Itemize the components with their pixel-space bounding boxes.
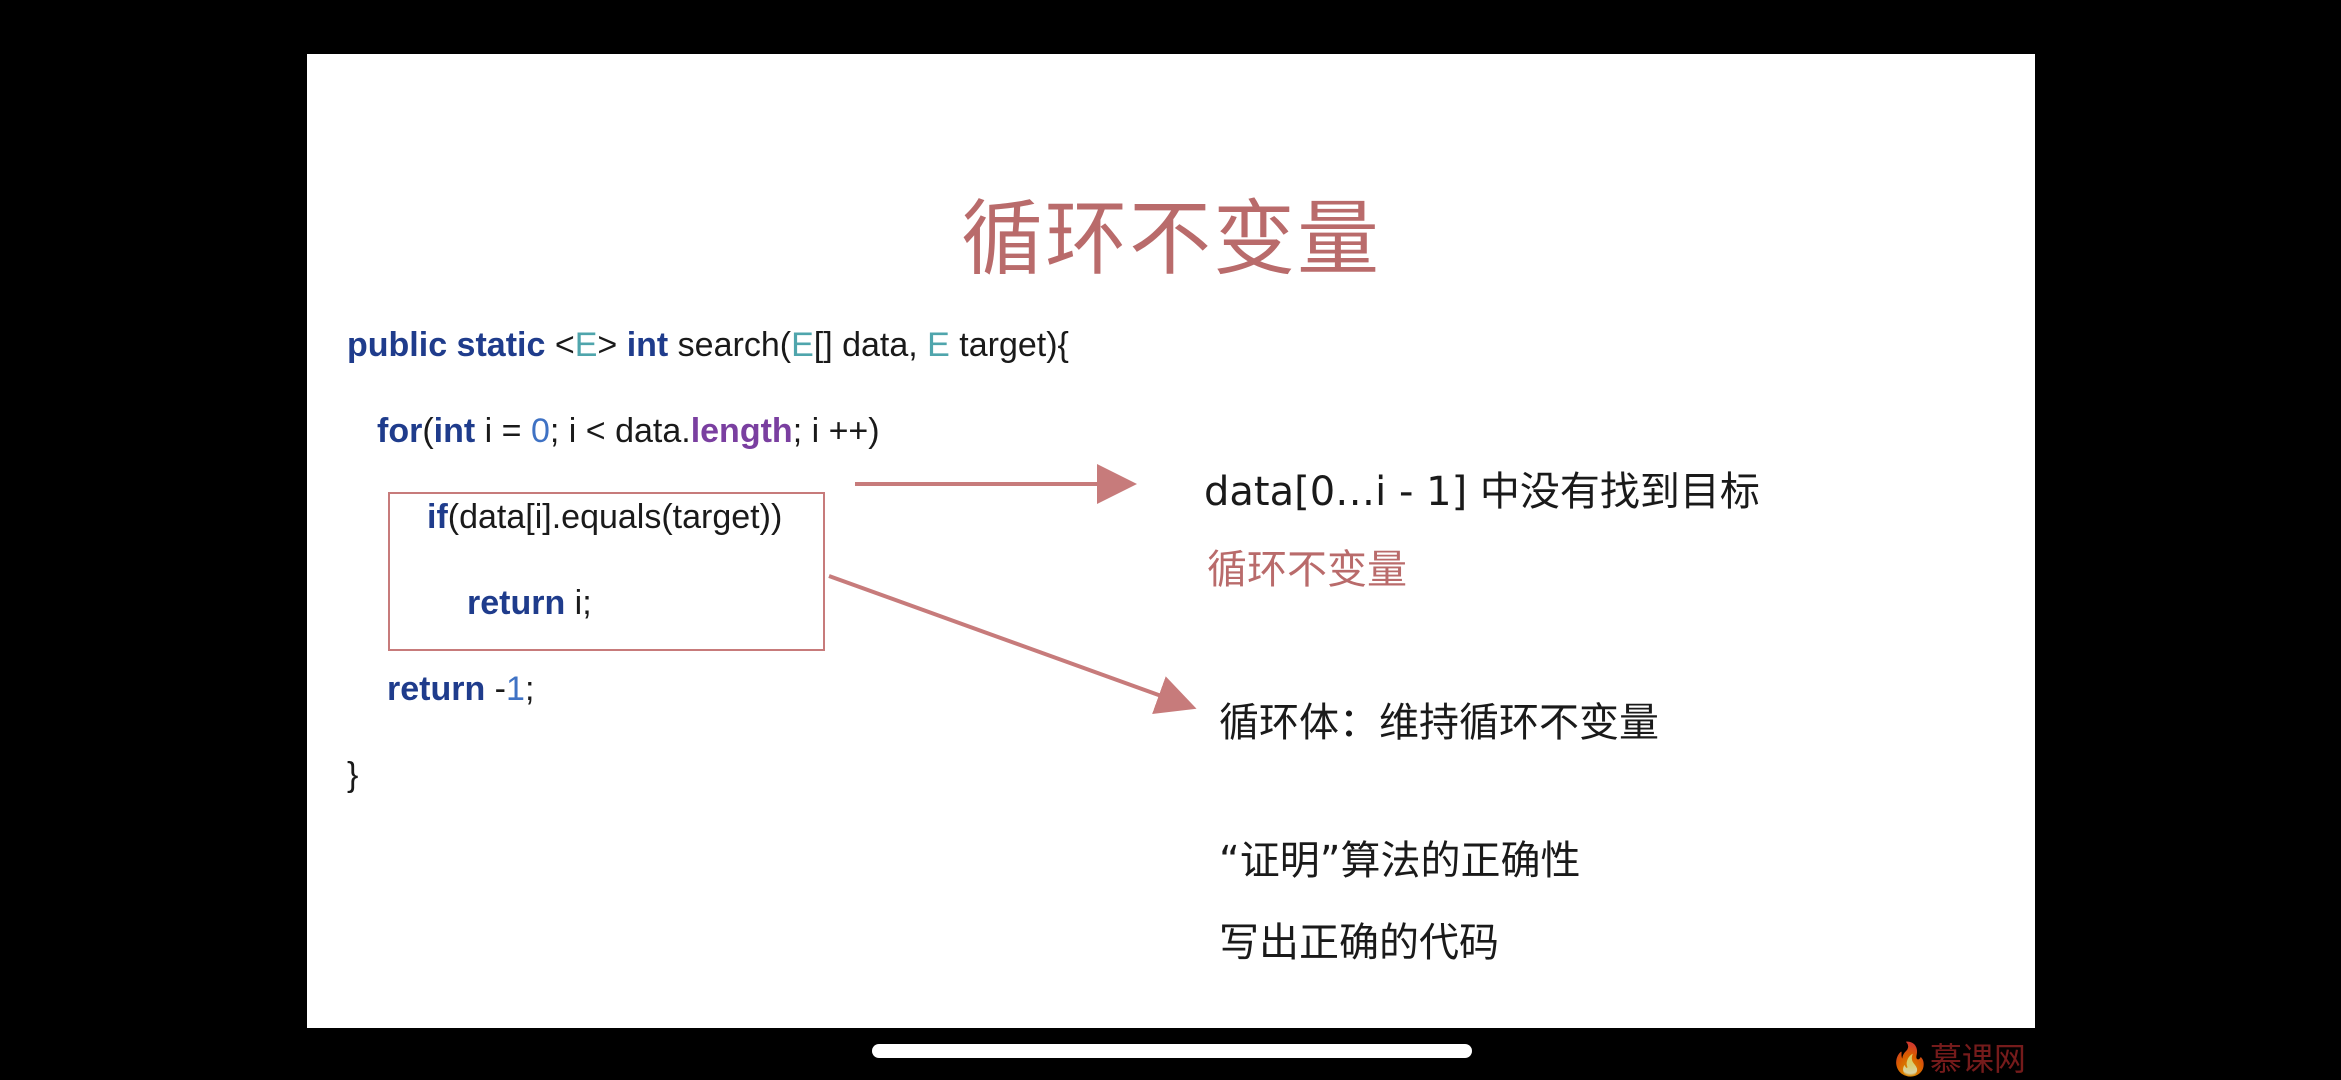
loop-body-note: 循环体：维持循环不变量: [1219, 700, 1659, 746]
watermark-text: 慕课网: [1929, 1040, 2026, 1078]
home-indicator[interactable]: [872, 1044, 1472, 1058]
flame-icon: 🔥: [1890, 1040, 1930, 1078]
arrows: [828, 464, 1197, 714]
invariant-description: data[0…i - 1] 中没有找到目标: [1204, 469, 1760, 515]
arrow-to-loop-body: [828, 574, 1197, 714]
prove-note: “证明”算法的正确性: [1219, 838, 1581, 884]
write-code-note: 写出正确的代码: [1219, 920, 1499, 966]
invariant-label: 循环不变量: [1207, 547, 1407, 593]
slide: 循环不变量 public static <E> int search(E[] d…: [307, 54, 2035, 1028]
watermark-logo: 🔥慕课网: [1890, 1034, 2026, 1080]
